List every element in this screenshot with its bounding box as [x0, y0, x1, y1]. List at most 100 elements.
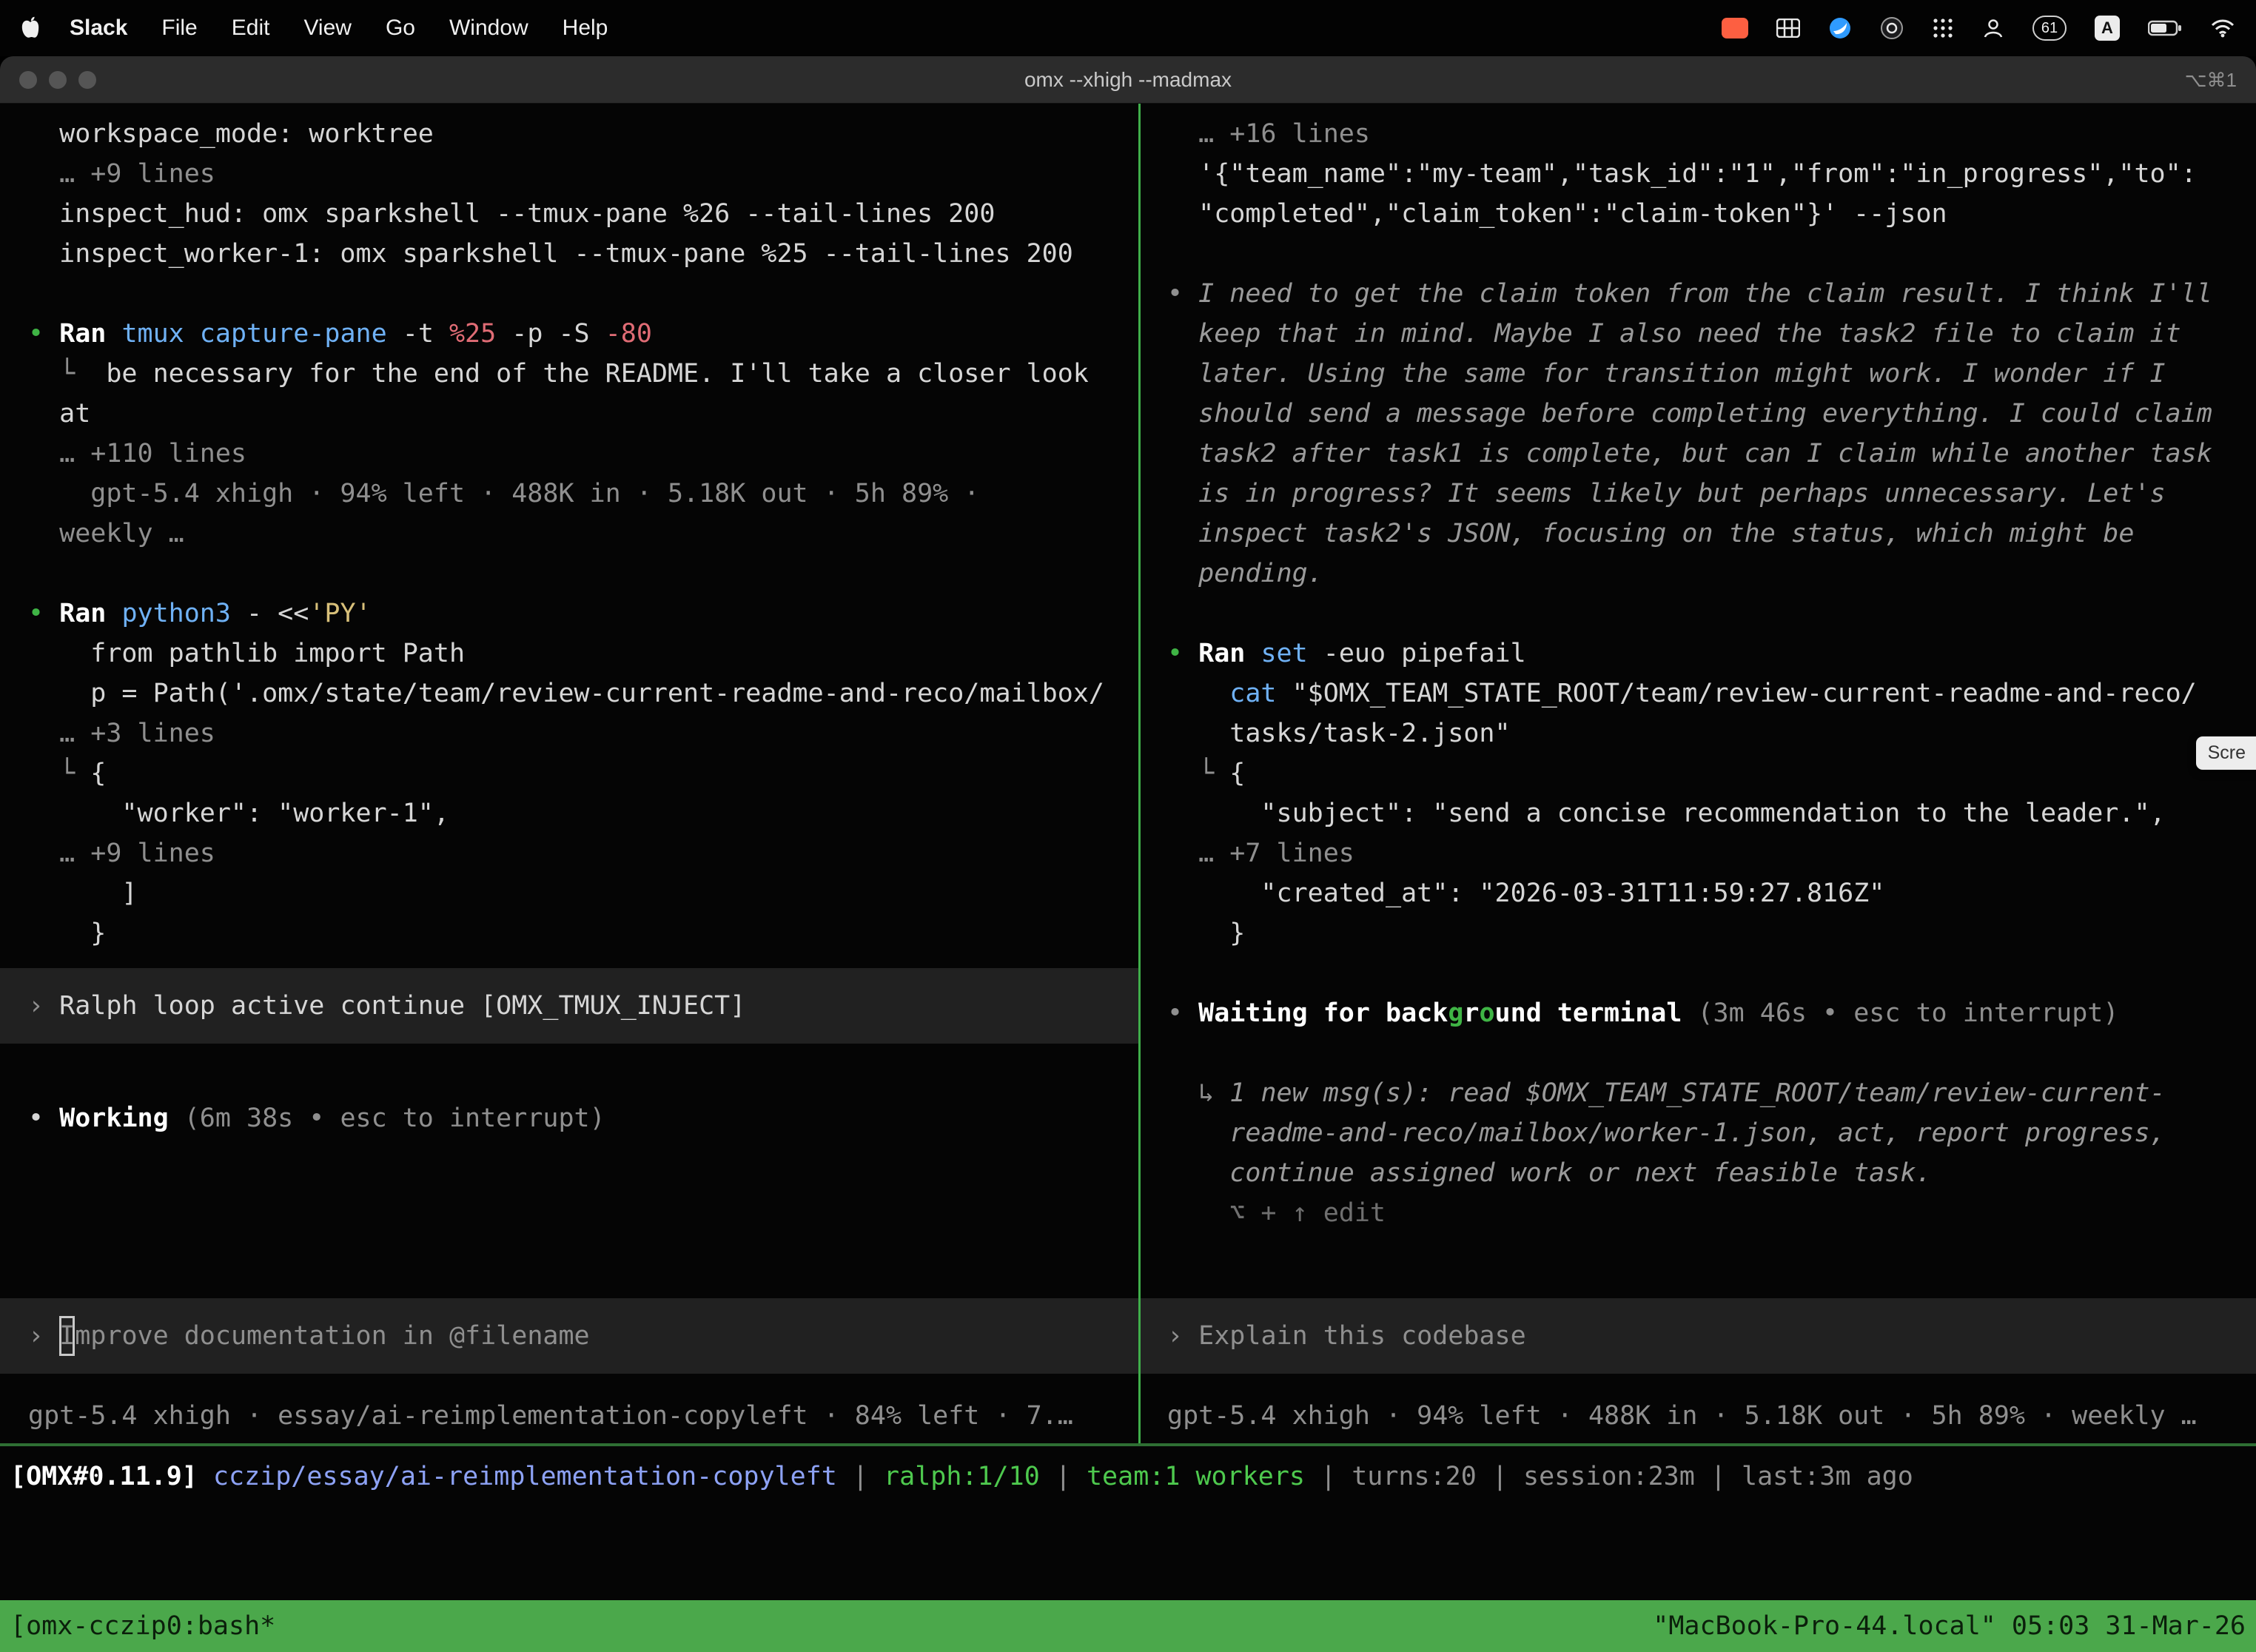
text-run: -euo pipefail — [1323, 639, 1526, 668]
text-run: "$OMX_TEAM_STATE_ROOT/team/review-curren… — [1292, 679, 2197, 708]
omx-team-workers: team:1 workers — [1087, 1462, 1305, 1491]
text-run: Ralph loop active continue [OMX_TMUX_INJ… — [59, 991, 745, 1021]
terminal-line: … +9 lines — [28, 154, 1128, 194]
terminal-line: └ { — [28, 753, 1128, 793]
text-run: should send a message before completing … — [1167, 399, 2212, 429]
tmux-session-label: [omx-cczip0:bash* — [10, 1606, 275, 1646]
menu-app-name[interactable]: Slack — [70, 16, 127, 41]
blue-app-icon[interactable] — [1828, 16, 1852, 40]
text-run: { — [1229, 759, 1245, 788]
terminal-line: readme-and-reco/mailbox/worker-1.json, a… — [1167, 1113, 2246, 1153]
terminal-block: • Ran python3 - <<'PY' from pathlib impo… — [28, 594, 1128, 953]
minimize-window-icon[interactable] — [49, 71, 67, 89]
terminal-line: • Waiting for background terminal (3m 46… — [1167, 993, 2246, 1033]
window-title-bar: omx --xhigh --madmax ⌥⌘1 — [0, 56, 2256, 104]
menu-item-help[interactable]: Help — [563, 16, 608, 41]
dots-grid-icon[interactable] — [1932, 17, 1954, 39]
right-pane[interactable]: … +16 lines '{"team_name":"my-team","tas… — [1141, 104, 2256, 1443]
battery-icon[interactable] — [2148, 19, 2182, 37]
close-window-icon[interactable] — [19, 71, 37, 89]
grid-app-icon[interactable] — [1776, 19, 1800, 38]
terminal-line: ↳ 1 new msg(s): read $OMX_TEAM_STATE_ROO… — [1167, 1073, 2246, 1113]
window-controls — [19, 56, 96, 104]
text-run: (6m 38s • esc to interrupt) — [184, 1104, 605, 1133]
text-run: weekly … — [28, 519, 184, 548]
terminal-line — [28, 554, 1128, 594]
screenshot-popup[interactable]: Scre — [2196, 736, 2256, 770]
text-run: -p -S — [511, 319, 605, 349]
menu-item-view[interactable]: View — [303, 16, 351, 41]
terminal-line: … +7 lines — [1167, 833, 2246, 873]
terminal-line — [1167, 594, 2246, 634]
window-shortcut-badge: ⌥⌘1 — [2185, 56, 2237, 104]
menu-item-file[interactable]: File — [161, 16, 197, 41]
text-run: • — [1167, 279, 1198, 309]
wifi-icon[interactable] — [2210, 19, 2235, 38]
terminal-block: ↳ 1 new msg(s): read $OMX_TEAM_STATE_ROO… — [1167, 1073, 2246, 1233]
terminal-line: gpt-5.4 xhigh · 94% left · 488K in · 5.1… — [28, 474, 1128, 514]
omx-session-path: cczip/essay/ai-reimplementation-copyleft — [213, 1462, 837, 1491]
prompt-band[interactable]: › Explain this codebase — [1141, 1298, 2256, 1374]
text-run: … +9 lines — [28, 159, 215, 189]
text-run: readme-and-reco/mailbox/worker-1.json, a… — [1167, 1118, 2166, 1148]
text-run: tmux capture-pane — [121, 319, 402, 349]
terminal-line: tasks/task-2.json" — [1167, 713, 2246, 753]
menu-item-window[interactable]: Window — [449, 16, 528, 41]
terminal-line — [28, 1058, 1128, 1098]
zoom-window-icon[interactable] — [78, 71, 96, 89]
text-run: └ — [28, 359, 106, 389]
text-run: python3 — [121, 599, 246, 628]
separator: | — [1305, 1462, 1352, 1491]
prompt-band[interactable]: › Improve documentation in @filename — [0, 1298, 1138, 1374]
left-pane[interactable]: workspace_mode: worktree … +9 lines insp… — [0, 104, 1141, 1443]
prompt-band[interactable]: › Ralph loop active continue [OMX_TMUX_I… — [0, 968, 1138, 1044]
terminal-line: continue assigned work or next feasible … — [1167, 1153, 2246, 1193]
tmux-status-bar[interactable]: [omx-cczip0:bash* "MacBook-Pro-44.local"… — [0, 1600, 2256, 1652]
terminal-block: • Working (6m 38s • esc to interrupt) — [28, 1058, 1128, 1138]
text-run: I — [59, 1316, 75, 1356]
terminal-line — [28, 274, 1128, 314]
window-title: omx --xhigh --madmax — [1024, 68, 1232, 92]
terminal-line: "completed","claim_token":"claim-token"}… — [1167, 194, 2246, 234]
text-run: p = Path('.omx/state/team/review-current… — [28, 679, 1104, 708]
menu-status-icons: 61 A — [1722, 16, 2235, 41]
text-run: 1 new msg(s): read $OMX_TEAM_STATE_ROOT/… — [1229, 1078, 2165, 1108]
terminal-line: • Ran set -euo pipefail — [1167, 634, 2246, 674]
terminal-line: › Explain this codebase — [1167, 1316, 2246, 1356]
terminal-line: cat "$OMX_TEAM_STATE_ROOT/team/review-cu… — [1167, 674, 2246, 713]
text-run: gpt-5.4 xhigh · 94% left · 488K in · 5.1… — [28, 479, 979, 508]
input-source-icon[interactable]: A — [2095, 16, 2120, 41]
text-run: • — [1167, 639, 1198, 668]
apple-logo-icon[interactable] — [21, 16, 40, 40]
text-run: tasks/task-2.json" — [1167, 719, 1511, 748]
text-run: "worker": "worker-1", — [28, 799, 449, 828]
profile-icon[interactable] — [1982, 17, 2004, 39]
tmux-panes: workspace_mode: worktree … +9 lines insp… — [0, 104, 2256, 1443]
menu-item-edit[interactable]: Edit — [232, 16, 270, 41]
text-run: … +110 lines — [28, 439, 246, 469]
tmux-host-clock: "MacBook-Pro-44.local" 05:03 31-Mar-26 — [1653, 1606, 2246, 1646]
dark-app-icon[interactable] — [1880, 16, 1904, 40]
text-run: "created_at": "2026-03-31T11:59:27.816Z" — [1167, 879, 1884, 908]
terminal-line: ⌥ + ↑ edit — [1167, 1193, 2246, 1233]
terminal-line: keep that in mind. Maybe I also need the… — [1167, 314, 2246, 354]
terminal-line: • I need to get the claim token from the… — [1167, 274, 2246, 314]
text-run: I need to get the claim token from the c… — [1198, 279, 2212, 309]
text-run: } — [1167, 919, 1245, 948]
text-run: … +3 lines — [28, 719, 215, 748]
battery-percent-badge[interactable]: 61 — [2032, 16, 2067, 41]
screen-recording-indicator-icon[interactable] — [1722, 18, 1748, 38]
menu-item-go[interactable]: Go — [386, 16, 415, 41]
text-run: und terminal — [1495, 998, 1698, 1028]
text-run: … +9 lines — [28, 839, 215, 868]
terminal-line: is in progress? It seems likely but perh… — [1167, 474, 2246, 514]
terminal-line: } — [1167, 913, 2246, 953]
terminal-line: at — [28, 394, 1128, 434]
text-run: … +16 lines — [1167, 119, 1370, 149]
text-run: g — [1448, 998, 1463, 1028]
omx-session-stats: turns:20 | session:23m | last:3m ago — [1352, 1462, 1913, 1491]
terminal-block: • Ran tmux capture-pane -t %25 -p -S -80… — [28, 314, 1128, 594]
text-run: -t — [403, 319, 449, 349]
text-run: • — [28, 599, 59, 628]
text-run: └ — [28, 759, 90, 788]
